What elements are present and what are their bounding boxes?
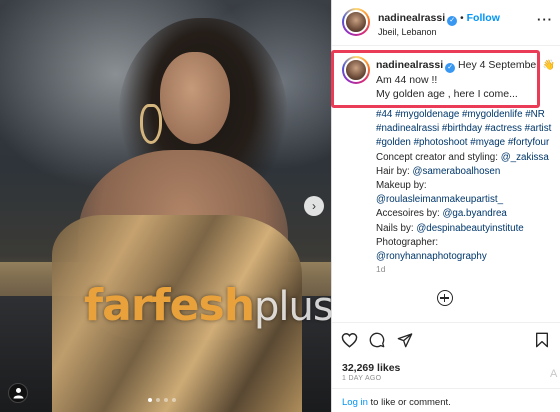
verified-badge-icon: ✓	[447, 16, 458, 26]
comment-icon[interactable]	[369, 332, 385, 348]
post-time: 1 DAY AGO	[342, 375, 382, 382]
user-tag-icon	[13, 388, 24, 399]
carousel-dot	[164, 398, 168, 402]
caption-body: #44 #mygoldenage #mygoldenlife #NR #nadi…	[376, 108, 556, 264]
hair-handle[interactable]: @sameraboalhosen	[413, 166, 501, 177]
header-user-line: nadinealrassi ✓ • Follow	[378, 12, 500, 26]
post-header: nadinealrassi ✓ • Follow Jbeil, Lebanon ···	[332, 0, 560, 46]
caption-age: 1d	[376, 264, 386, 274]
accessories-handle[interactable]: @ga.byandrea	[442, 208, 506, 219]
watermark-main: farfesh	[84, 280, 255, 331]
more-options-icon[interactable]: ···	[537, 12, 553, 27]
carousel-dot	[156, 398, 160, 402]
accessories-label: Accesoires by:	[376, 208, 440, 220]
concept-handle[interactable]: @_zakissa	[501, 152, 549, 163]
username-link[interactable]: nadinealrassi	[378, 12, 445, 24]
nails-handle[interactable]: @despinabeautyinstitute	[416, 223, 523, 234]
add-circle-icon[interactable]	[437, 290, 453, 306]
next-slide-button[interactable]: ›	[304, 196, 324, 216]
location-link[interactable]: Jbeil, Lebanon	[378, 27, 437, 37]
photographer-label: Photographer:	[376, 236, 439, 248]
earring	[140, 104, 162, 144]
login-link[interactable]: Log in	[342, 397, 368, 408]
watermark: farfeshplus.com	[84, 280, 331, 331]
user-tag-button[interactable]	[8, 383, 28, 403]
chevron-right-icon: ›	[312, 199, 316, 213]
hashtags[interactable]: #44 #mygoldenage #mygoldenlife #NR #nadi…	[376, 109, 551, 148]
makeup-handle[interactable]: @roulasleimanmakeupartist_	[376, 194, 503, 205]
avatar[interactable]	[342, 8, 370, 36]
watermark-suffix: plus.com	[254, 284, 331, 330]
activate-windows-watermark: A	[550, 368, 558, 380]
concept-label: Concept creator and styling:	[376, 151, 498, 163]
login-bar: Log in to like or comment.	[332, 388, 560, 412]
separator: •	[460, 13, 464, 24]
post-photo[interactable]: farfeshplus.com ›	[0, 0, 331, 412]
makeup-label: Makeup by:	[376, 180, 427, 192]
carousel-dot-active	[148, 398, 152, 402]
likes-count[interactable]: 32,269 likes	[342, 362, 400, 374]
photographer-handle[interactable]: @ronyhannaphotography	[376, 251, 487, 262]
nails-label: Nails by:	[376, 222, 414, 234]
carousel-dot	[172, 398, 176, 402]
login-prompt: Log in to like or comment.	[342, 397, 451, 408]
hair-label: Hair by:	[376, 165, 410, 177]
waving-hand-icon: 👋	[542, 60, 556, 71]
login-prompt-text: to like or comment.	[370, 397, 451, 408]
heart-icon[interactable]	[341, 332, 358, 348]
follow-button[interactable]: Follow	[467, 12, 500, 24]
model-face	[160, 52, 230, 144]
action-bar	[332, 322, 560, 358]
bookmark-icon[interactable]	[535, 332, 549, 348]
share-icon[interactable]	[397, 332, 413, 348]
carousel-dots	[148, 398, 176, 402]
caption-highlight-box	[331, 50, 540, 108]
